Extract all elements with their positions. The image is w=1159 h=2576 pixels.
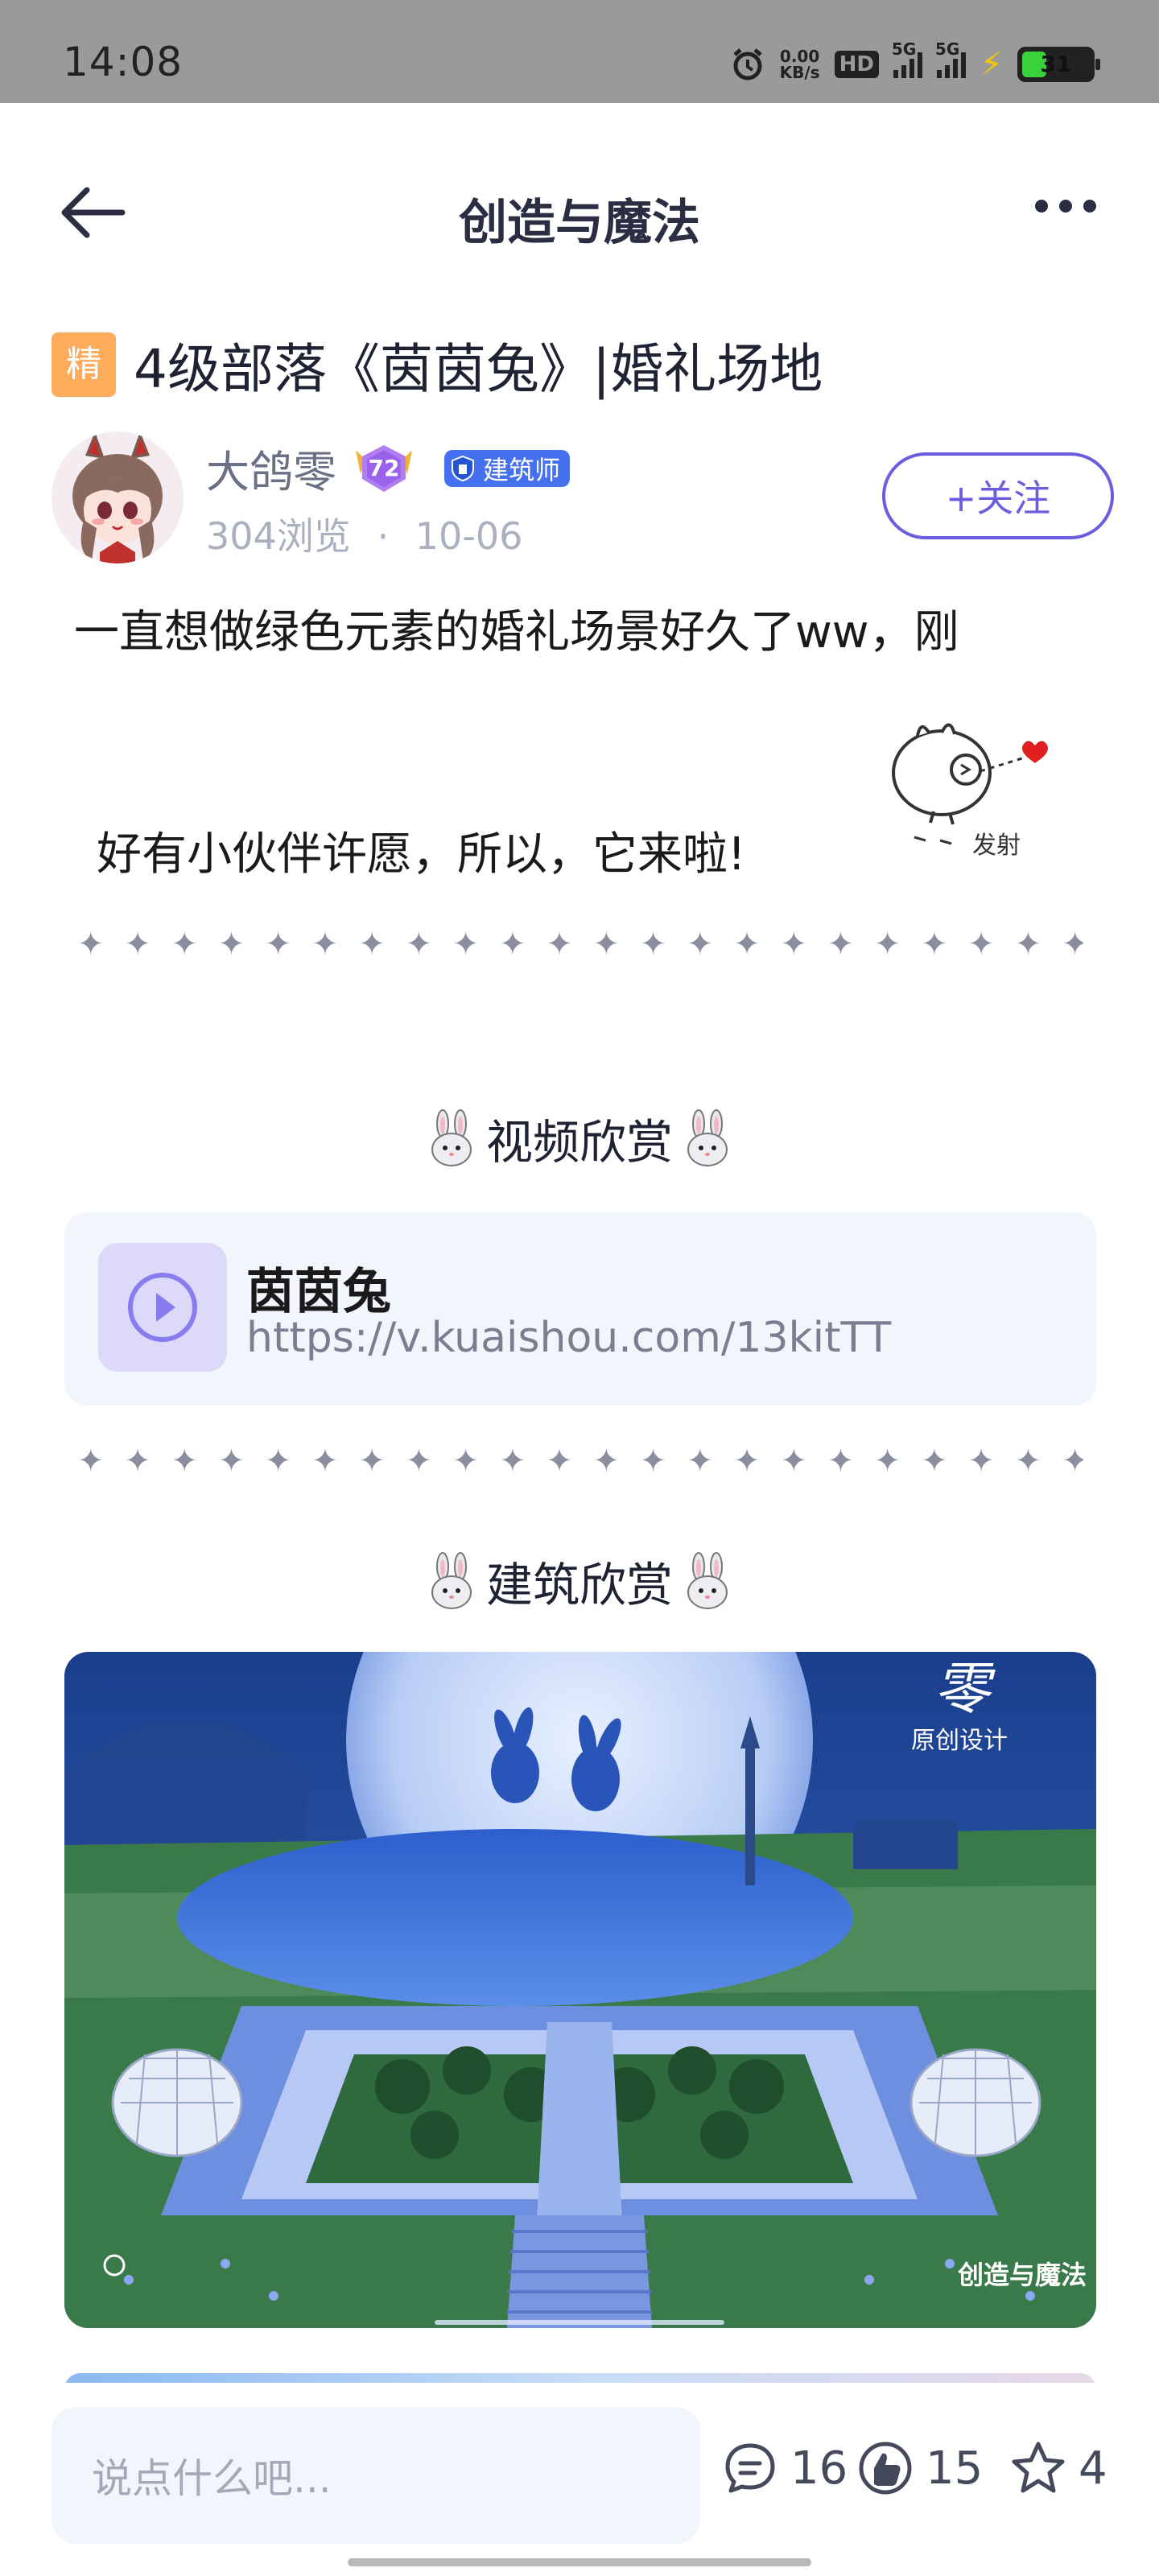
author-name-row: 大鸽零 72 建筑师	[206, 436, 571, 500]
follow-button[interactable]: +关注	[882, 452, 1114, 539]
like-button[interactable]: 15	[856, 2439, 983, 2497]
featured-badge: 精	[52, 332, 116, 397]
battery-icon: 31	[1017, 47, 1100, 82]
network-speed-unit: KB/s	[779, 63, 820, 82]
sticker-caption: 发射	[972, 832, 1021, 860]
shield-icon	[452, 455, 474, 481]
like-count: 15	[926, 2442, 984, 2495]
section-heading-building: 建筑欣赏	[0, 1547, 1159, 1615]
rabbit-icon	[687, 1552, 728, 1609]
network-speed: 0.00 KB/s	[780, 48, 820, 80]
wedding-venue-scene: 零 原创设计 创造与魔法	[64, 1652, 1096, 2328]
star-divider: ✦ ✦ ✦ ✦ ✦ ✦ ✦ ✦ ✦ ✦ ✦ ✦ ✦ ✦ ✦ ✦ ✦ ✦ ✦ ✦ …	[77, 1443, 1083, 1480]
watermark-bottom-right: 创造与魔法	[957, 2260, 1087, 2290]
alarm-icon	[732, 48, 762, 80]
meta-separator: ·	[377, 514, 390, 558]
battery-level: 31	[1040, 51, 1072, 77]
rabbit-icon	[431, 1552, 472, 1609]
page-title: 创造与魔法	[459, 195, 700, 251]
signal-label-sim2: 5G	[934, 39, 960, 59]
view-count: 304浏览	[206, 514, 351, 558]
bottom-action-bar: 说点什么吧... 16 15 4	[0, 2383, 1159, 2576]
author-meta: 304浏览 · 10-06	[206, 507, 522, 560]
home-indicator[interactable]	[348, 2558, 811, 2566]
body-text-line-1: 一直想做绿色元素的婚礼场景好久了ww，刚	[74, 606, 959, 658]
video-url[interactable]: https://v.kuaishou.com/13kitTT	[246, 1314, 891, 1362]
section-heading-video: 视频欣赏	[0, 1104, 1159, 1172]
video-link-card[interactable]: 茵茵兔 https://v.kuaishou.com/13kitTT	[64, 1212, 1096, 1406]
signal-icon-sim2: 5G	[935, 39, 966, 78]
role-label: 建筑师	[483, 454, 561, 485]
avatar-image	[52, 431, 184, 564]
signal-icon-sim1: 5G	[892, 39, 922, 78]
favorite-count: 4	[1079, 2442, 1107, 2495]
role-badge: 建筑师	[444, 449, 571, 487]
section-heading-video-label: 视频欣赏	[485, 1115, 673, 1170]
comment-icon	[725, 2443, 775, 2493]
comment-button[interactable]: 16	[721, 2439, 848, 2497]
author-name[interactable]: 大鸽零	[206, 436, 336, 500]
favorite-button[interactable]: 4	[1009, 2439, 1107, 2497]
star-divider: ✦ ✦ ✦ ✦ ✦ ✦ ✦ ✦ ✦ ✦ ✦ ✦ ✦ ✦ ✦ ✦ ✦ ✦ ✦ ✦ …	[77, 926, 1083, 963]
top-nav-bar: 创造与魔法	[0, 103, 1159, 320]
network-speed-value: 0.00	[779, 47, 820, 66]
level-value: 72	[368, 454, 400, 481]
comment-count: 16	[790, 2442, 848, 2495]
author-row: 大鸽零 72 建筑师 304浏览 · 10-06 +关注	[52, 431, 1114, 564]
hd-icon: HD	[834, 51, 879, 78]
status-time: 14:08	[63, 39, 184, 85]
post-title: 4级部落《茵茵兔》|婚礼场地	[134, 338, 823, 400]
watermark-top-right: 零	[934, 1656, 996, 1722]
post-date: 10-06	[415, 514, 523, 558]
body-text-line-2: 好有小伙伴许愿，所以，它来啦!	[97, 828, 746, 881]
video-thumbnail[interactable]	[98, 1243, 227, 1372]
more-options-icon[interactable]	[1035, 200, 1096, 213]
level-badge: 72	[353, 442, 415, 495]
play-icon	[128, 1273, 197, 1342]
bird-sticker-image: 发射	[892, 723, 1048, 860]
section-heading-building-label: 建筑欣赏	[485, 1558, 673, 1612]
building-screenshot-image[interactable]: 零 原创设计 创造与魔法	[64, 1652, 1096, 2328]
signal-label-sim1: 5G	[891, 39, 917, 59]
comment-input[interactable]: 说点什么吧...	[52, 2407, 700, 2544]
post-title-row: 精 4级部落《茵茵兔》|婚礼场地	[52, 326, 1111, 403]
star-icon	[1012, 2442, 1065, 2493]
video-title: 茵茵兔	[246, 1264, 391, 1320]
watermark-top-right-sub: 原创设计	[911, 1727, 1008, 1755]
status-bar: 14:08 0.00 KB/s HD 5G 5G ⚡ 31	[0, 0, 1159, 103]
rabbit-icon	[687, 1109, 728, 1166]
status-icons: 0.00 KB/s HD 5G 5G ⚡ 31	[730, 39, 1100, 89]
avatar[interactable]	[52, 431, 184, 564]
charging-icon: ⚡	[980, 46, 1003, 83]
rabbit-icon	[431, 1109, 472, 1166]
like-icon	[859, 2442, 912, 2495]
